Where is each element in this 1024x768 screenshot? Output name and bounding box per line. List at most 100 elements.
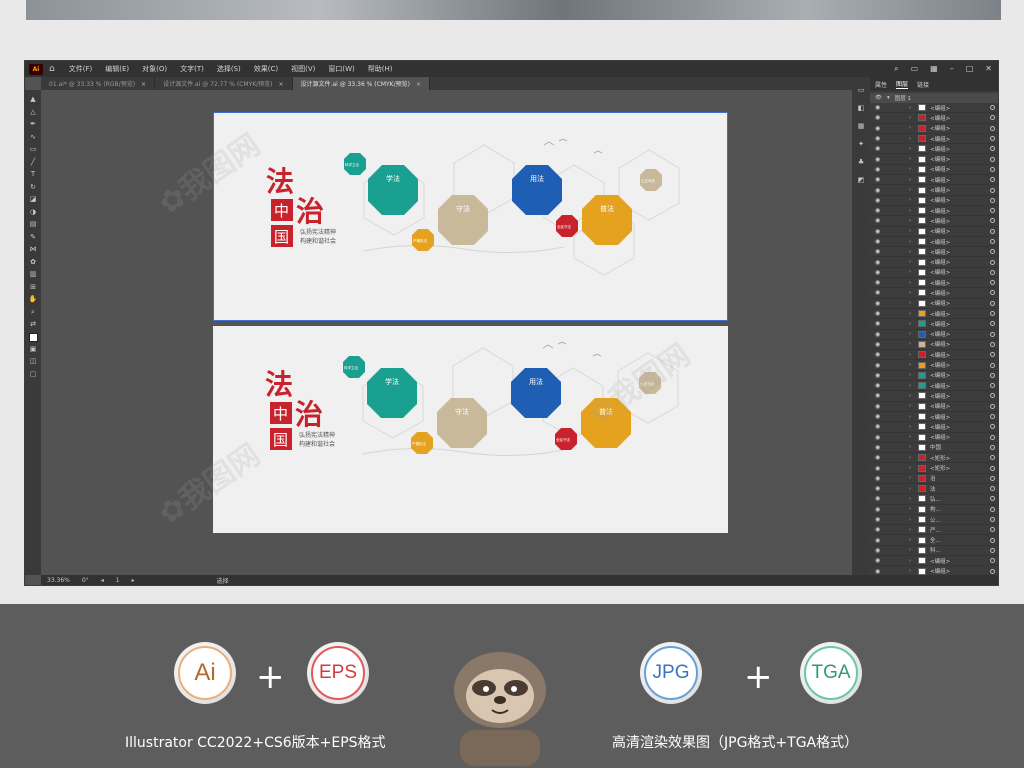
shape-builder-icon[interactable]: ◑ — [28, 208, 38, 218]
expand-arrow-icon[interactable]: › — [909, 455, 916, 461]
color-guide-icon[interactable]: ◧ — [856, 103, 866, 113]
layer-row[interactable]: ◉ › <编组> — [870, 278, 998, 289]
hand-tool-icon[interactable]: ✋ — [28, 295, 38, 305]
eye-icon[interactable]: ◉ — [875, 495, 883, 502]
eye-icon[interactable]: ◉ — [875, 310, 883, 317]
target-circle-icon[interactable] — [990, 537, 995, 543]
artboard-2[interactable]: 法 治 中 国 弘扬宪法精神 构建和谐社会 学法 守法 用法 普法 科学立法 严… — [213, 326, 728, 533]
expand-arrow-icon[interactable]: › — [909, 362, 916, 368]
target-circle-icon[interactable] — [990, 239, 995, 244]
tab-doc-1[interactable]: 01.ai* @ 33.33 % (RGB/预览) × — [41, 77, 156, 90]
expand-arrow-icon[interactable]: › — [909, 383, 916, 389]
eye-icon[interactable]: ◉ — [875, 475, 883, 482]
canvas-area[interactable]: 法 治 中 国 弘扬宪法精神 构建和谐社会 学法 守法 用法 普法 科学立法 严… — [41, 90, 852, 575]
target-circle-icon[interactable] — [990, 300, 995, 306]
layer-row[interactable]: ◉ › 中国 — [870, 443, 998, 454]
expand-arrow-icon[interactable]: › — [909, 187, 916, 193]
eye-icon[interactable]: ◉ — [875, 403, 883, 410]
target-circle-icon[interactable] — [990, 547, 995, 553]
target-circle-icon[interactable] — [990, 341, 995, 347]
artboard-1[interactable]: 法 治 中 国 弘扬宪法精神 构建和谐社会 学法 守法 用法 普法 科学立法 严… — [213, 112, 728, 321]
layer-row[interactable]: ◉ › <编组> — [870, 319, 998, 330]
layer-row[interactable]: ◉ › <矩形> — [870, 453, 998, 464]
eye-icon[interactable]: ◉ — [875, 444, 883, 451]
eye-icon[interactable]: ◉ — [875, 279, 883, 286]
eye-icon[interactable]: ◉ — [875, 557, 883, 564]
expand-arrow-icon[interactable]: › — [909, 537, 916, 543]
next-artboard-icon[interactable]: ▸ — [132, 577, 135, 584]
menu-type[interactable]: 文字(T) — [180, 64, 204, 74]
eye-icon[interactable]: ◉ — [875, 228, 883, 235]
eye-icon[interactable]: ◉ — [875, 104, 883, 111]
eye-icon[interactable]: ◉ — [875, 248, 883, 255]
gradient-tool-icon[interactable]: ▤ — [28, 220, 38, 230]
expand-arrow-icon[interactable]: › — [909, 424, 916, 430]
target-circle-icon[interactable] — [990, 444, 995, 450]
menu-object[interactable]: 对象(O) — [142, 64, 167, 74]
expand-arrow-icon[interactable]: › — [909, 290, 916, 296]
eye-icon[interactable]: ◉ — [875, 320, 883, 327]
zoom-tool-icon[interactable]: ⌕ — [28, 308, 38, 318]
expand-arrow-icon[interactable]: › — [909, 372, 916, 378]
swap-colors-icon[interactable]: ⇄ — [28, 320, 38, 330]
expand-arrow-icon[interactable]: › — [909, 558, 916, 564]
eye-icon[interactable]: ◉ — [875, 187, 883, 194]
eye-icon[interactable]: ◉ — [875, 331, 883, 338]
artboard-number[interactable]: 1 — [116, 577, 120, 584]
layer-row[interactable]: ◉ › <编组> — [870, 257, 998, 268]
layer-row[interactable]: ◉ › 科... — [870, 546, 998, 557]
eye-icon[interactable]: ◉ — [875, 526, 883, 533]
selection-tool-icon[interactable]: ▲ — [28, 95, 38, 105]
expand-arrow-icon[interactable]: › — [909, 249, 916, 255]
tab-close-icon[interactable]: × — [279, 81, 284, 88]
home-icon[interactable]: ⌂ — [49, 64, 55, 74]
curvature-tool-icon[interactable]: ∿ — [28, 133, 38, 143]
expand-arrow-icon[interactable]: › — [909, 321, 916, 327]
eye-icon[interactable]: ◉ — [875, 547, 883, 554]
target-circle-icon[interactable] — [990, 558, 995, 564]
expand-arrow-icon[interactable]: › — [909, 486, 916, 492]
screen-mode-icon[interactable]: ▢ — [28, 370, 38, 380]
layer-row[interactable]: ◉ › <编组> — [870, 350, 998, 361]
target-circle-icon[interactable] — [990, 496, 995, 502]
layer-row[interactable]: ◉ › 全... — [870, 535, 998, 546]
menu-select[interactable]: 选择(S) — [217, 64, 241, 74]
expand-arrow-icon[interactable]: › — [909, 166, 916, 172]
layer-row[interactable]: ◉ › 严... — [870, 525, 998, 536]
layer-row[interactable]: ◉ › <编组> — [870, 247, 998, 258]
tab-properties[interactable]: 属性 — [875, 80, 887, 89]
expand-arrow-icon[interactable]: › — [909, 208, 916, 214]
layer-row[interactable]: ◉ › <编组> — [870, 113, 998, 124]
minimize-icon[interactable]: – — [950, 64, 954, 74]
expand-arrow-icon[interactable]: › — [909, 146, 916, 152]
eye-icon[interactable]: ◉ — [875, 341, 883, 348]
eye-icon[interactable]: ◉ — [875, 269, 883, 276]
expand-arrow-icon[interactable]: › — [909, 444, 916, 450]
expand-arrow-icon[interactable]: › — [909, 280, 916, 286]
layer-row[interactable]: ◉ › <编组> — [870, 330, 998, 340]
blend-tool-icon[interactable]: ⋈ — [28, 245, 38, 255]
menu-window[interactable]: 窗口(W) — [328, 64, 354, 74]
color-mode-icon[interactable]: ▣ — [28, 345, 38, 355]
eye-icon[interactable]: ◉ — [875, 413, 883, 420]
tab-doc-2[interactable]: 设计源文件.ai @ 72.77 % (CMYK/预览) × — [155, 77, 293, 90]
eye-icon[interactable]: 👁 — [875, 95, 882, 101]
tab-doc-3[interactable]: 设计源文件.ai @ 33.36 % (CMYK/预览) × — [292, 77, 430, 90]
tab-close-icon[interactable]: × — [416, 81, 421, 88]
layer-row[interactable]: ◉ › <编组> — [870, 391, 998, 402]
target-circle-icon[interactable] — [990, 259, 995, 265]
target-circle-icon[interactable] — [990, 321, 995, 327]
expand-arrow-icon[interactable]: › — [909, 156, 916, 162]
layer-row[interactable]: ◉ › <编组> — [870, 340, 998, 351]
expand-arrow-icon[interactable]: › — [909, 547, 916, 553]
eye-icon[interactable]: ◉ — [875, 362, 883, 369]
eye-icon[interactable]: ◉ — [875, 259, 883, 266]
rotation-level[interactable]: 0° — [82, 577, 89, 584]
expand-arrow-icon[interactable]: › — [909, 177, 916, 183]
comments-icon[interactable]: ▭ — [856, 85, 866, 95]
target-circle-icon[interactable] — [990, 136, 995, 142]
target-circle-icon[interactable] — [990, 177, 995, 183]
target-circle-icon[interactable] — [990, 517, 995, 523]
target-circle-icon[interactable] — [990, 105, 995, 111]
expand-arrow-icon[interactable]: › — [909, 115, 916, 121]
